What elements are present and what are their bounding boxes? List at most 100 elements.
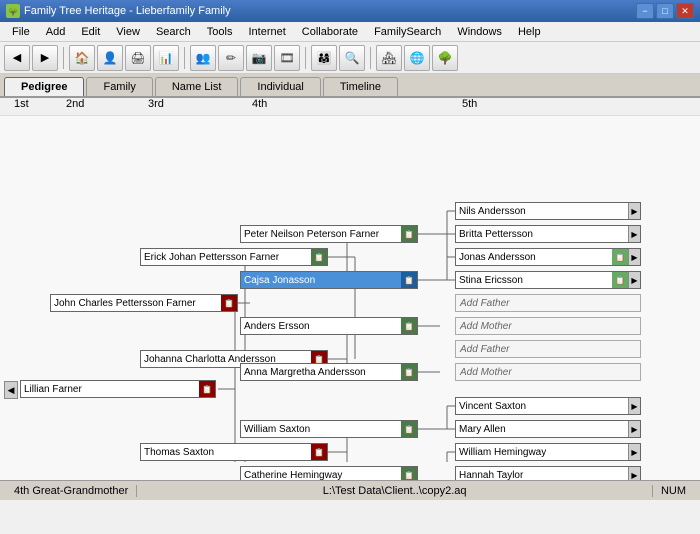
menu-view[interactable]: View <box>108 24 148 40</box>
jonas-arrow[interactable]: ▶ <box>628 249 640 265</box>
stina-arrow[interactable]: ▶ <box>628 272 640 288</box>
close-button[interactable]: ✕ <box>676 3 694 19</box>
tab-bar: Pedigree Family Name List Individual Tim… <box>0 74 700 98</box>
toolbar-separator-2 <box>184 47 185 69</box>
william-h-arrow[interactable]: ▶ <box>628 444 640 460</box>
menu-edit[interactable]: Edit <box>73 24 108 40</box>
vincent-arrow[interactable]: ▶ <box>628 398 640 414</box>
catherine-icon[interactable]: 📋 <box>401 467 417 480</box>
anders-icon[interactable]: 📋 <box>401 318 417 334</box>
tab-individual[interactable]: Individual <box>240 77 320 96</box>
hannah-t-arrow[interactable]: ▶ <box>628 467 640 480</box>
peter-icon[interactable]: 📋 <box>401 226 417 242</box>
map-button[interactable]: 🏘 <box>376 45 402 71</box>
mary-arrow[interactable]: ▶ <box>628 421 640 437</box>
status-left: 4th Great-Grandmother <box>6 485 137 497</box>
menu-windows[interactable]: Windows <box>449 24 510 40</box>
person-button[interactable]: 👥 <box>190 45 216 71</box>
person-john[interactable]: John Charles Pettersson Farner 📋 <box>50 294 238 312</box>
person-william-saxton[interactable]: William Saxton 📋 <box>240 420 418 438</box>
home-button[interactable]: 🏠 <box>69 45 95 71</box>
person-thomas[interactable]: Thomas Saxton 📋 <box>140 443 328 461</box>
person-stina[interactable]: Stina Ericsson 📋 ▶ <box>455 271 641 289</box>
menu-search[interactable]: Search <box>148 24 199 40</box>
britta-name: Britta Pettersson <box>456 229 628 240</box>
menu-tools[interactable]: Tools <box>199 24 241 40</box>
lillian-icon[interactable]: 📋 <box>199 381 215 397</box>
toolbar-separator-3 <box>305 47 306 69</box>
mary-name: Mary Allen <box>456 424 628 435</box>
tree-button[interactable]: 🌳 <box>432 45 458 71</box>
william-saxton-icon[interactable]: 📋 <box>401 421 417 437</box>
add-mother-1[interactable]: Add Mother <box>455 317 641 335</box>
stina-icon[interactable]: 📋 <box>612 272 628 288</box>
status-right: NUM <box>653 485 694 497</box>
person-hannah-t[interactable]: Hannah Taylor ▶ <box>455 466 641 480</box>
peter-name: Peter Neilson Peterson Farner <box>241 229 401 240</box>
gen-2nd: 2nd <box>66 98 84 110</box>
add-mother-2[interactable]: Add Mother <box>455 363 641 381</box>
lillian-left-arrow[interactable]: ◀ <box>4 381 18 399</box>
anna-icon[interactable]: 📋 <box>401 364 417 380</box>
menu-bar: File Add Edit View Search Tools Internet… <box>0 22 700 42</box>
person-anders[interactable]: Anders Ersson 📋 <box>240 317 418 335</box>
group-button[interactable]: 👨‍👩‍👧 <box>311 45 337 71</box>
camera-button[interactable]: 📷 <box>246 45 272 71</box>
person-erick[interactable]: Erick Johan Pettersson Farner 📋 <box>140 248 328 266</box>
thomas-name: Thomas Saxton <box>141 447 311 458</box>
back-button[interactable]: ◀ <box>4 45 30 71</box>
menu-familysearch[interactable]: FamilySearch <box>366 24 449 40</box>
thomas-icon[interactable]: 📋 <box>311 444 327 460</box>
pedigree-content: 1st 2nd 3rd 4th 5th <box>0 98 700 480</box>
edit-button[interactable]: ✏ <box>218 45 244 71</box>
lillian-name: Lillian Farner <box>21 384 199 395</box>
cajsa-icon[interactable]: 📋 <box>401 272 417 288</box>
person-vincent[interactable]: Vincent Saxton ▶ <box>455 397 641 415</box>
people-button[interactable]: 👤 <box>97 45 123 71</box>
search-button[interactable]: 🔍 <box>339 45 365 71</box>
person-nils[interactable]: Nils Andersson ▶ <box>455 202 641 220</box>
tab-timeline[interactable]: Timeline <box>323 77 398 96</box>
nils-arrow[interactable]: ▶ <box>628 203 640 219</box>
tab-pedigree[interactable]: Pedigree <box>4 77 84 96</box>
menu-file[interactable]: File <box>4 24 38 40</box>
britta-arrow[interactable]: ▶ <box>628 226 640 242</box>
stina-name: Stina Ericsson <box>456 275 612 286</box>
menu-internet[interactable]: Internet <box>240 24 293 40</box>
anders-name: Anders Ersson <box>241 321 401 332</box>
status-bar: 4th Great-Grandmother L:\Test Data\Clien… <box>0 480 700 500</box>
erick-icon[interactable]: 📋 <box>311 249 327 265</box>
menu-collaborate[interactable]: Collaborate <box>294 24 366 40</box>
catherine-name: Catherine Hemingway <box>241 470 401 481</box>
print-button[interactable]: 🖨 <box>125 45 151 71</box>
person-anna[interactable]: Anna Margretha Andersson 📋 <box>240 363 418 381</box>
person-catherine[interactable]: Catherine Hemingway 📋 <box>240 466 418 480</box>
person-william-h[interactable]: William Hemingway ▶ <box>455 443 641 461</box>
internet-button[interactable]: 🌐 <box>404 45 430 71</box>
add-father-1[interactable]: Add Father <box>455 294 641 312</box>
person-cajsa[interactable]: Cajsa Jonasson 📋 <box>240 271 418 289</box>
john-icon[interactable]: 📋 <box>221 295 237 311</box>
erick-name: Erick Johan Pettersson Farner <box>141 252 311 263</box>
john-name: John Charles Pettersson Farner <box>51 298 221 309</box>
minimize-button[interactable]: − <box>636 3 654 19</box>
person-mary[interactable]: Mary Allen ▶ <box>455 420 641 438</box>
anna-name: Anna Margretha Andersson <box>241 367 401 378</box>
person-jonas[interactable]: Jonas Andersson 📋 ▶ <box>455 248 641 266</box>
forward-button[interactable]: ▶ <box>32 45 58 71</box>
tab-family[interactable]: Family <box>86 77 152 96</box>
person-peter[interactable]: Peter Neilson Peterson Farner 📋 <box>240 225 418 243</box>
jonas-icon[interactable]: 📋 <box>612 249 628 265</box>
add-father-2[interactable]: Add Father <box>455 340 641 358</box>
report-button[interactable]: 📊 <box>153 45 179 71</box>
maximize-button[interactable]: □ <box>656 3 674 19</box>
person-britta[interactable]: Britta Pettersson ▶ <box>455 225 641 243</box>
toolbar-separator-4 <box>370 47 371 69</box>
tab-name-list[interactable]: Name List <box>155 77 239 96</box>
film-button[interactable]: 🎞 <box>274 45 300 71</box>
menu-help[interactable]: Help <box>510 24 549 40</box>
person-lillian[interactable]: Lillian Farner 📋 <box>20 380 216 398</box>
gen-4th: 4th <box>252 98 267 110</box>
menu-add[interactable]: Add <box>38 24 74 40</box>
toolbar: ◀ ▶ 🏠 👤 🖨 📊 👥 ✏ 📷 🎞 👨‍👩‍👧 🔍 🏘 🌐 🌳 <box>0 42 700 74</box>
